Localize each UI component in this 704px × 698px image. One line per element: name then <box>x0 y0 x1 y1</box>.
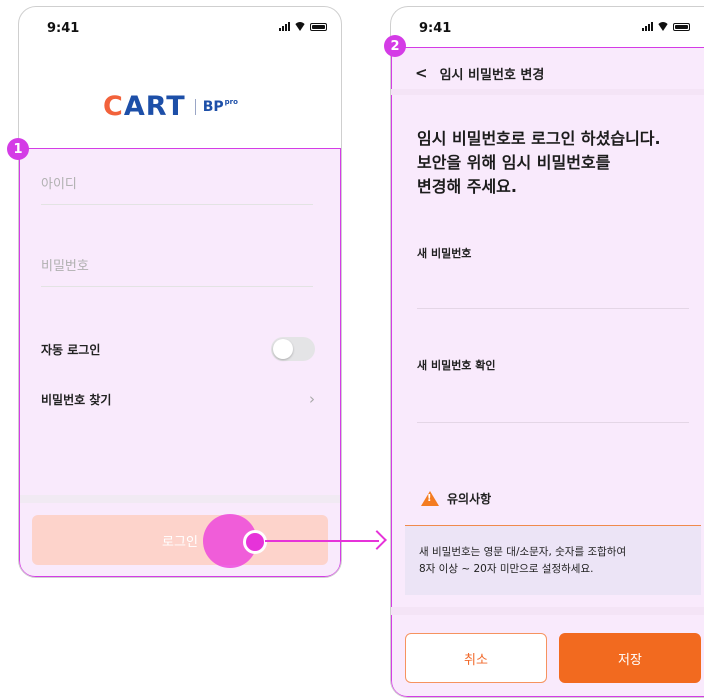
id-field[interactable] <box>41 165 313 205</box>
logo-c: C <box>103 91 124 122</box>
back-chevron-icon[interactable]: < <box>415 64 428 82</box>
password-input[interactable] <box>41 247 313 286</box>
heading-line: 임시 비밀번호로 로그인 하셨습니다. <box>417 129 661 148</box>
notice-box: 새 비밀번호는 영문 대/소문자, 숫자를 조합하여 8자 이상 ~ 20자 미… <box>405 525 701 595</box>
heading-line: 변경해 주세요. <box>417 177 517 196</box>
notice-line: 새 비밀번호는 영문 대/소문자, 숫자를 조합하여 <box>419 546 627 558</box>
status-time: 9:41 <box>419 21 452 36</box>
logo-cart-text: CART <box>103 91 186 122</box>
notice-line: 8자 이상 ~ 20자 미만으로 설정하세요. <box>419 563 594 575</box>
section-divider <box>20 495 340 503</box>
nav-bar: < 임시 비밀번호 변경 <box>391 55 704 91</box>
notice-title-text: 유의사항 <box>447 492 492 506</box>
logo-art: ART <box>123 91 186 122</box>
nav-title: 임시 비밀번호 변경 <box>439 67 545 83</box>
find-password-label: 비밀번호 찾기 <box>41 392 112 407</box>
step-badge-2: 2 <box>384 35 406 57</box>
status-icons <box>279 22 327 31</box>
status-bar: 9:41 <box>19 7 341 47</box>
flow-arrow-head <box>367 530 387 550</box>
field-underline <box>417 422 689 423</box>
confirm-password-label: 새 비밀번호 확인 <box>417 359 496 372</box>
logo-bp-text: BP <box>202 98 224 115</box>
signal-icon <box>642 22 653 31</box>
status-bar: 9:41 <box>391 7 704 47</box>
auto-login-row: 자동 로그인 <box>41 337 315 361</box>
status-time: 9:41 <box>47 21 80 36</box>
chevron-right-icon: › <box>309 390 315 408</box>
tap-point <box>243 530 267 554</box>
cart-bp-logo: CART BP pro <box>103 91 238 122</box>
logo-pro-text: pro <box>224 97 238 106</box>
warning-icon <box>421 491 439 506</box>
save-button[interactable]: 저장 <box>559 633 701 683</box>
battery-icon <box>673 22 690 31</box>
flow-arrow-line <box>265 540 379 542</box>
new-password-input[interactable] <box>417 277 689 303</box>
step-badge-1: 1 <box>7 138 29 160</box>
password-field[interactable] <box>41 247 313 287</box>
wifi-icon <box>294 22 306 31</box>
login-screen: 9:41 CART BPpro 자동 로그인 비밀번호 찾기 › 로그인 <box>18 6 342 578</box>
nav-divider <box>391 89 704 95</box>
find-password-row[interactable]: 비밀번호 찾기 › <box>41 387 315 411</box>
field-underline <box>417 308 689 309</box>
battery-icon <box>310 22 327 31</box>
auto-login-toggle[interactable] <box>271 337 315 361</box>
status-icons <box>642 22 690 31</box>
logo-divider <box>194 98 196 115</box>
signal-icon <box>279 22 290 31</box>
heading-line: 보안을 위해 임시 비밀번호를 <box>417 153 611 172</box>
id-input[interactable] <box>41 165 313 204</box>
section-divider <box>391 607 704 615</box>
highlight-login-form <box>19 148 341 577</box>
auto-login-label: 자동 로그인 <box>41 342 101 357</box>
wifi-icon <box>657 22 669 31</box>
page-heading: 임시 비밀번호로 로그인 하셨습니다. 보안을 위해 임시 비밀번호를 변경해 … <box>417 127 697 199</box>
cancel-button[interactable]: 취소 <box>405 633 547 683</box>
new-password-label: 새 비밀번호 <box>417 247 472 260</box>
notice-title: 유의사항 <box>421 490 491 507</box>
change-password-screen: 9:41 < 임시 비밀번호 변경 임시 비밀번호로 로그인 하셨습니다. 보안… <box>390 6 704 698</box>
confirm-password-input[interactable] <box>417 391 689 417</box>
